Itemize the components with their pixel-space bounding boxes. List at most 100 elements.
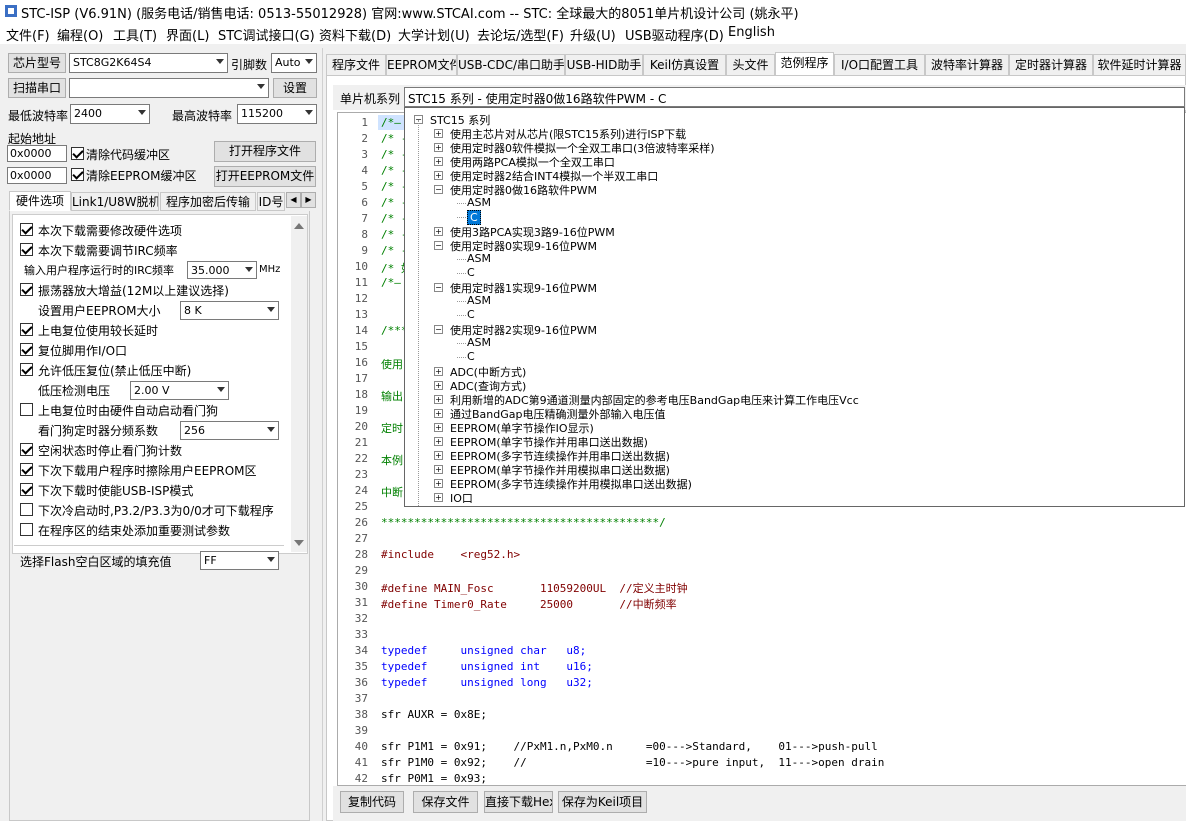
settings-button[interactable]: 设置 [273, 78, 317, 98]
menu-item-0[interactable]: 文件(F) [6, 25, 50, 44]
opt-test-params-checkbox[interactable] [20, 523, 33, 536]
scroll-down-icon[interactable] [294, 540, 304, 546]
tree-collapse-icon[interactable]: − [434, 325, 443, 334]
tree-expand-icon[interactable]: + [434, 157, 443, 166]
menu-item-1[interactable]: 编程(O) [57, 25, 103, 44]
tree-item[interactable]: C [467, 350, 475, 363]
min-baud-select[interactable]: 2400 [70, 104, 150, 124]
menu-item-8[interactable]: 升级(U) [570, 25, 616, 44]
eeprom-size-select[interactable]: 8 K [180, 301, 279, 320]
opt-osc-gain-checkbox[interactable] [20, 283, 33, 296]
tab-encrypted-transfer[interactable]: 程序加密后传输 [160, 192, 256, 211]
opt-modify-hardware-checkbox[interactable] [20, 223, 33, 236]
max-baud-select[interactable]: 115200 [237, 104, 317, 124]
menu-item-9[interactable]: USB驱动程序(D) [625, 25, 724, 44]
opt-power-on-delay-checkbox[interactable] [20, 323, 33, 336]
splitter[interactable] [322, 48, 323, 821]
tab-link1-offline[interactable]: Link1/U8W脱机 [71, 192, 159, 211]
tree-expand-icon[interactable]: + [434, 409, 443, 418]
menu-item-5[interactable]: 资料下载(D) [319, 25, 391, 44]
tree-expand-icon[interactable]: + [434, 381, 443, 390]
tree-item[interactable]: ASM [467, 252, 491, 265]
tab-right-5[interactable]: 头文件 [726, 54, 775, 76]
tree-collapse-icon[interactable]: − [434, 241, 443, 250]
tab-right-0[interactable]: 程序文件 [326, 54, 386, 76]
open-eeprom-file-button[interactable]: 打开EEPROM文件 [214, 166, 316, 187]
open-program-file-button[interactable]: 打开程序文件 [214, 141, 316, 162]
menu-item-6[interactable]: 大学计划(U) [398, 25, 470, 44]
opt-erase-eeprom-checkbox[interactable] [20, 463, 33, 476]
opt-cold-start-checkbox[interactable] [20, 503, 33, 516]
tree-item[interactable]: C [467, 266, 475, 279]
tree-item[interactable]: C [467, 308, 475, 321]
series-select[interactable]: STC15 系列 - 使用定时器0做16路软件PWM - C [404, 87, 1185, 107]
menu-item-4[interactable]: STC调试接口(G) [218, 25, 315, 44]
line-number: 33 [354, 628, 368, 641]
opt-low-voltage-reset-checkbox[interactable] [20, 363, 33, 376]
chip-model-select[interactable]: STC8G2K64S4 [69, 53, 228, 73]
menu-item-7[interactable]: 去论坛/选型(F) [477, 25, 564, 44]
tree-collapse-icon[interactable]: − [434, 283, 443, 292]
tree-expand-icon[interactable]: + [434, 171, 443, 180]
tab-right-1[interactable]: EEPROM文件 [386, 54, 457, 76]
tab-right-8[interactable]: 波特率计算器 [925, 54, 1009, 76]
tree-expand-icon[interactable]: + [434, 129, 443, 138]
tab-scroll-left-icon[interactable]: ◀ [286, 192, 301, 208]
example-tree-dropdown[interactable]: − STC15 系列 + 使用主芯片对从芯片(限STC15系列)进行ISP下载 + 使用定… [404, 107, 1185, 507]
tab-right-2[interactable]: USB-CDC/串口助手 [457, 54, 565, 76]
options-scrollbar[interactable] [291, 216, 307, 552]
opt-auto-watchdog-checkbox[interactable] [20, 403, 33, 416]
tab-right-7[interactable]: I/O口配置工具 [834, 54, 925, 76]
flash-fill-select[interactable]: FF [200, 551, 279, 570]
tree-item[interactable]: ASM [467, 196, 491, 209]
tree-expand-icon[interactable]: + [434, 367, 443, 376]
menu-item-2[interactable]: 工具(T) [113, 25, 157, 44]
lvd-voltage-select[interactable]: 2.00 V [130, 381, 229, 400]
tree-expand-icon[interactable]: + [434, 451, 443, 460]
save-keil-project-button[interactable]: 保存为Keil项目 [558, 791, 647, 813]
download-hex-button[interactable]: 直接下载Hex [484, 791, 553, 813]
menu-item-3[interactable]: 界面(L) [166, 25, 209, 44]
menu-item-10[interactable]: English [728, 25, 775, 40]
tree-expand-icon[interactable]: + [434, 493, 443, 502]
tree-expand-icon[interactable]: + [434, 143, 443, 152]
tab-right-9[interactable]: 定时器计算器 [1009, 54, 1093, 76]
watchdog-divider-select[interactable]: 256 [180, 421, 279, 440]
tree-item[interactable]: EEPROM(多字节连续操作并用模拟串口送出数据) [450, 476, 692, 492]
opt-adjust-irc-checkbox[interactable] [20, 243, 33, 256]
clear-code-buffer-checkbox[interactable] [71, 147, 84, 160]
opt-idle-stop-watchdog-checkbox[interactable] [20, 443, 33, 456]
tab-id[interactable]: ID号 [257, 192, 285, 211]
tree-expand-icon[interactable]: + [434, 437, 443, 446]
tree-item[interactable]: ASM [467, 336, 491, 349]
tab-right-6[interactable]: 范例程序 [775, 52, 834, 76]
copy-code-button[interactable]: 复制代码 [340, 791, 404, 813]
tree-collapse-icon[interactable]: − [434, 185, 443, 194]
tab-right-3[interactable]: USB-HID助手 [565, 54, 643, 76]
tree-expand-icon[interactable]: + [434, 423, 443, 432]
scroll-up-icon[interactable] [294, 223, 304, 229]
tab-right-4[interactable]: Keil仿真设置 [643, 54, 726, 76]
irc-frequency-select[interactable]: 35.000 [187, 261, 257, 279]
serial-port-select[interactable] [69, 78, 269, 98]
tab-scroll-right-icon[interactable]: ▶ [301, 192, 316, 208]
eeprom-start-address-input[interactable]: 0x0000 [7, 167, 67, 184]
code-start-address-input[interactable]: 0x0000 [7, 145, 67, 162]
tree-item[interactable]: ASM [467, 294, 491, 307]
pin-count-select[interactable]: Auto [271, 53, 317, 73]
tree-expand-icon[interactable]: + [434, 395, 443, 404]
tab-right-10[interactable]: 软件延时计算器 [1093, 54, 1186, 76]
code-line: sfr P1M1 = 0x91; //PxM1.n,PxM0.n =00--->… [381, 740, 878, 753]
scan-port-button[interactable]: 扫描串口 [8, 78, 66, 98]
chip-model-button[interactable]: 芯片型号 [8, 53, 66, 73]
tree-expand-icon[interactable]: + [434, 227, 443, 236]
opt-usb-isp-checkbox[interactable] [20, 483, 33, 496]
tree-expand-icon[interactable]: + [434, 465, 443, 474]
tab-hardware-options[interactable]: 硬件选项 [9, 191, 71, 211]
save-file-button[interactable]: 保存文件 [413, 791, 478, 813]
opt-reset-as-io-checkbox[interactable] [20, 343, 33, 356]
tree-expand-icon[interactable]: + [434, 479, 443, 488]
tree-item[interactable]: PCA实现16位定时器 [450, 504, 552, 506]
tree-item[interactable]: C [467, 210, 481, 225]
clear-eeprom-buffer-checkbox[interactable] [71, 168, 84, 181]
